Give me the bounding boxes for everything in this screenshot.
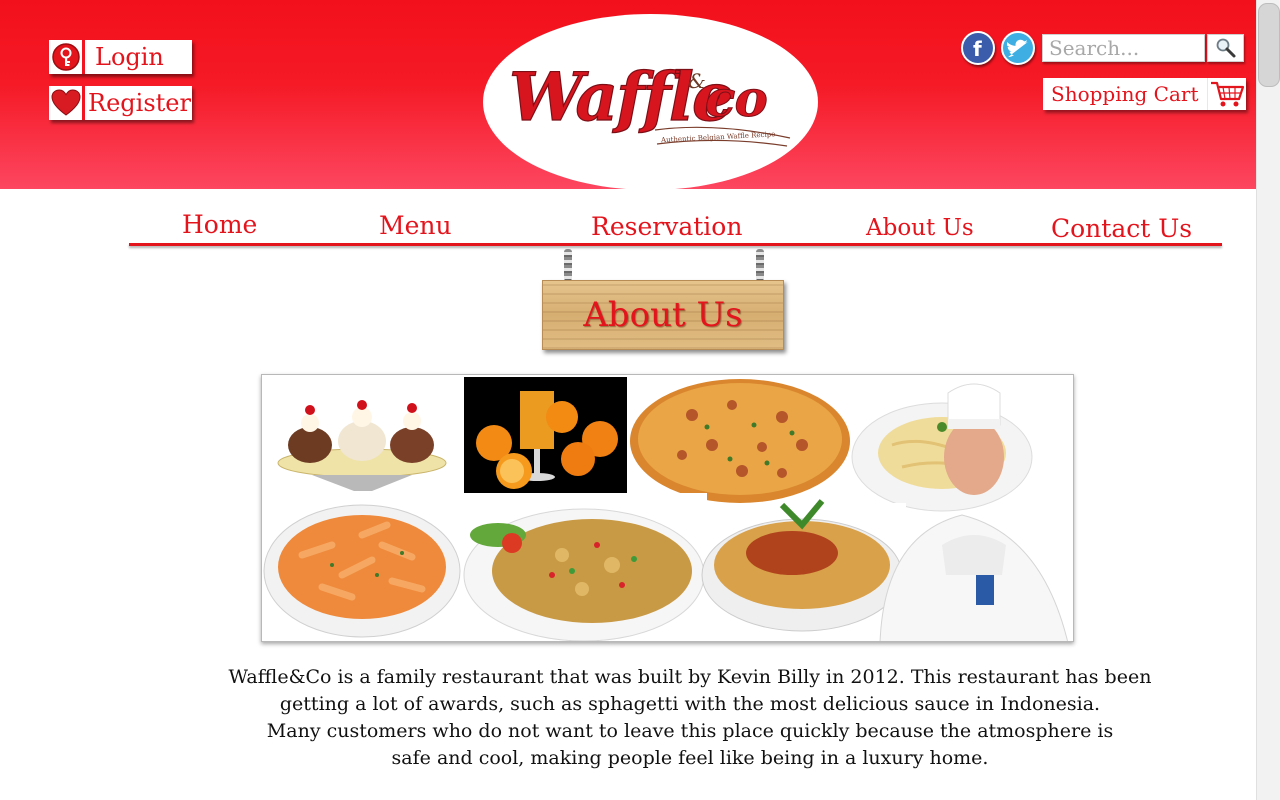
about-line-2: getting a lot of awards, such as sphaget… xyxy=(279,693,1101,715)
orange-juice-image xyxy=(464,377,627,497)
sign-chain-right xyxy=(756,249,764,281)
waffle-co-logo: Waffle & co Authentic Belgian Waffle Rec… xyxy=(508,57,791,147)
page-title: About Us xyxy=(583,295,743,335)
nav-menu[interactable]: Menu xyxy=(379,211,452,240)
nav-divider xyxy=(129,243,1222,246)
register-button[interactable]: Register xyxy=(49,86,192,120)
nav-home[interactable]: Home xyxy=(182,210,257,239)
nav-reservation[interactable]: Reservation xyxy=(591,212,742,241)
cart-icon xyxy=(1207,78,1245,110)
svg-text:f: f xyxy=(973,37,982,59)
about-line-3: Many customers who do not want to leave … xyxy=(266,720,1114,742)
login-label: Login xyxy=(95,43,164,71)
page-title-sign: About Us xyxy=(542,280,784,350)
search-button[interactable] xyxy=(1207,34,1244,62)
register-label: Register xyxy=(88,89,191,117)
about-line-4: safe and cool, making people feel like b… xyxy=(391,747,989,769)
search-input[interactable] xyxy=(1042,34,1205,62)
shopping-cart-button[interactable]: Shopping Cart xyxy=(1043,78,1246,110)
food-collage-image xyxy=(261,374,1074,642)
shopping-cart-label: Shopping Cart xyxy=(1051,82,1199,106)
vertical-scrollbar[interactable] xyxy=(1256,0,1280,800)
banana-split-image xyxy=(262,375,464,503)
penne-pasta-image xyxy=(262,503,464,641)
search-icon xyxy=(1216,38,1235,58)
nav-about-us[interactable]: About Us xyxy=(866,215,974,241)
nav-contact-us[interactable]: Contact Us xyxy=(1051,214,1192,243)
about-paragraph: Waffle&Co is a family restaurant that wa… xyxy=(200,664,1180,772)
svg-text:co: co xyxy=(705,69,767,128)
facebook-icon[interactable]: f xyxy=(961,31,995,65)
login-button[interactable]: Login xyxy=(49,40,192,74)
about-line-1: Waffle&Co is a family restaurant that wa… xyxy=(228,666,1152,688)
scrollbar-thumb[interactable] xyxy=(1258,3,1280,87)
heart-icon xyxy=(49,86,85,120)
svg-text:&: & xyxy=(688,69,706,93)
twitter-icon[interactable] xyxy=(1001,31,1035,65)
pizza-image xyxy=(627,375,855,505)
fried-rice-image xyxy=(462,493,707,641)
key-icon xyxy=(49,40,85,74)
sign-chain-left xyxy=(564,249,572,281)
